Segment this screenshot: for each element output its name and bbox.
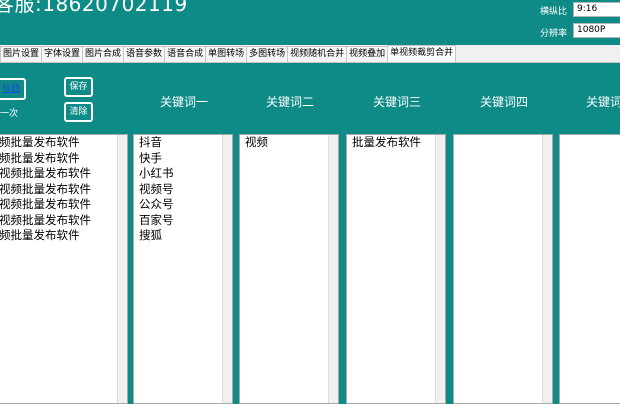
keyword-3-header: 关键词三 xyxy=(373,95,422,109)
keyword-4-list[interactable] xyxy=(453,134,553,404)
scrollbar[interactable] xyxy=(222,135,232,403)
keyword-2-header: 关键词二 xyxy=(266,95,315,109)
keyword-4-header: 关键词四 xyxy=(480,95,529,109)
list-item[interactable]: 视频批量发布软件 xyxy=(0,213,127,229)
tab-image-settings[interactable]: 图片设置 xyxy=(0,46,43,62)
keyword-5-list[interactable] xyxy=(559,134,620,404)
list-item[interactable]: 搜狐 xyxy=(134,228,232,244)
list-item[interactable]: 抖音 xyxy=(134,135,232,151)
tab-voice-params[interactable]: 语音参数 xyxy=(123,46,166,62)
scrollbar[interactable] xyxy=(117,135,127,403)
list-item[interactable]: 视频批量发布软件 xyxy=(0,182,127,198)
select-title-button[interactable]: 标题 xyxy=(0,78,26,100)
tab-video-random-merge[interactable]: 视频随机合并 xyxy=(287,46,348,62)
tab-multi-image-transition[interactable]: 多图转场 xyxy=(246,46,289,62)
tab-voice-compose[interactable]: 语音合成 xyxy=(164,46,207,62)
tab-video-overlay[interactable]: 视频叠加 xyxy=(346,46,389,62)
tab-bar: 图片设置 字体设置 图片合成 语音参数 语音合成 单图转场 多图转场 视频随机合… xyxy=(0,45,620,63)
keyword-3-list[interactable]: 批量发布软件 xyxy=(346,134,446,404)
resolution-select[interactable]: 1080P xyxy=(573,23,620,38)
tab-single-image-transition[interactable]: 单图转场 xyxy=(205,46,248,62)
list-item[interactable]: 视频批量发布软件 xyxy=(0,197,127,213)
scrollbar[interactable] xyxy=(435,135,445,403)
title-list[interactable]: 频批量发布软件 频批量发布软件 视频批量发布软件 视频批量发布软件 视频批量发布… xyxy=(0,134,128,404)
keyword-5-header: 关键词 xyxy=(586,95,620,109)
keyword-2-list[interactable]: 视频 xyxy=(239,134,339,404)
list-item[interactable]: 视频批量发布软件 xyxy=(0,166,127,182)
list-item[interactable]: 频批量发布软件 xyxy=(0,151,127,167)
list-item[interactable]: 视频号 xyxy=(134,182,232,198)
clear-button[interactable]: 清除 xyxy=(64,102,93,122)
customer-service-title: 客服:18620702119 xyxy=(0,0,188,16)
list-item[interactable]: 批量发布软件 xyxy=(347,135,445,151)
tab-single-video-cut-merge[interactable]: 单视频裁剪合并 xyxy=(387,45,457,62)
scrollbar[interactable] xyxy=(328,135,338,403)
list-item[interactable]: 百家号 xyxy=(134,213,232,229)
keyword-1-list[interactable]: 抖音 快手 小红书 视频号 公众号 百家号 搜狐 xyxy=(133,134,233,404)
list-item[interactable]: 公众号 xyxy=(134,197,232,213)
aspect-ratio-select[interactable]: 9:16 xyxy=(573,2,620,17)
tab-image-compose[interactable]: 图片合成 xyxy=(82,46,125,62)
resolution-label: 分辨率 xyxy=(540,29,568,39)
list-item[interactable]: 快手 xyxy=(134,151,232,167)
aspect-ratio-label: 横纵比 xyxy=(540,7,568,17)
keyword-1-header: 关键词一 xyxy=(160,95,209,109)
once-label: 一次 xyxy=(0,109,19,119)
list-item[interactable]: 频批量发布软件 xyxy=(0,135,127,151)
list-item[interactable]: 频批量发布软件 xyxy=(0,228,127,244)
tab-font-settings[interactable]: 字体设置 xyxy=(41,46,84,62)
save-button[interactable]: 保存 xyxy=(64,77,93,97)
scrollbar[interactable] xyxy=(542,135,552,403)
list-item[interactable]: 小红书 xyxy=(134,166,232,182)
list-item[interactable]: 视频 xyxy=(240,135,338,151)
